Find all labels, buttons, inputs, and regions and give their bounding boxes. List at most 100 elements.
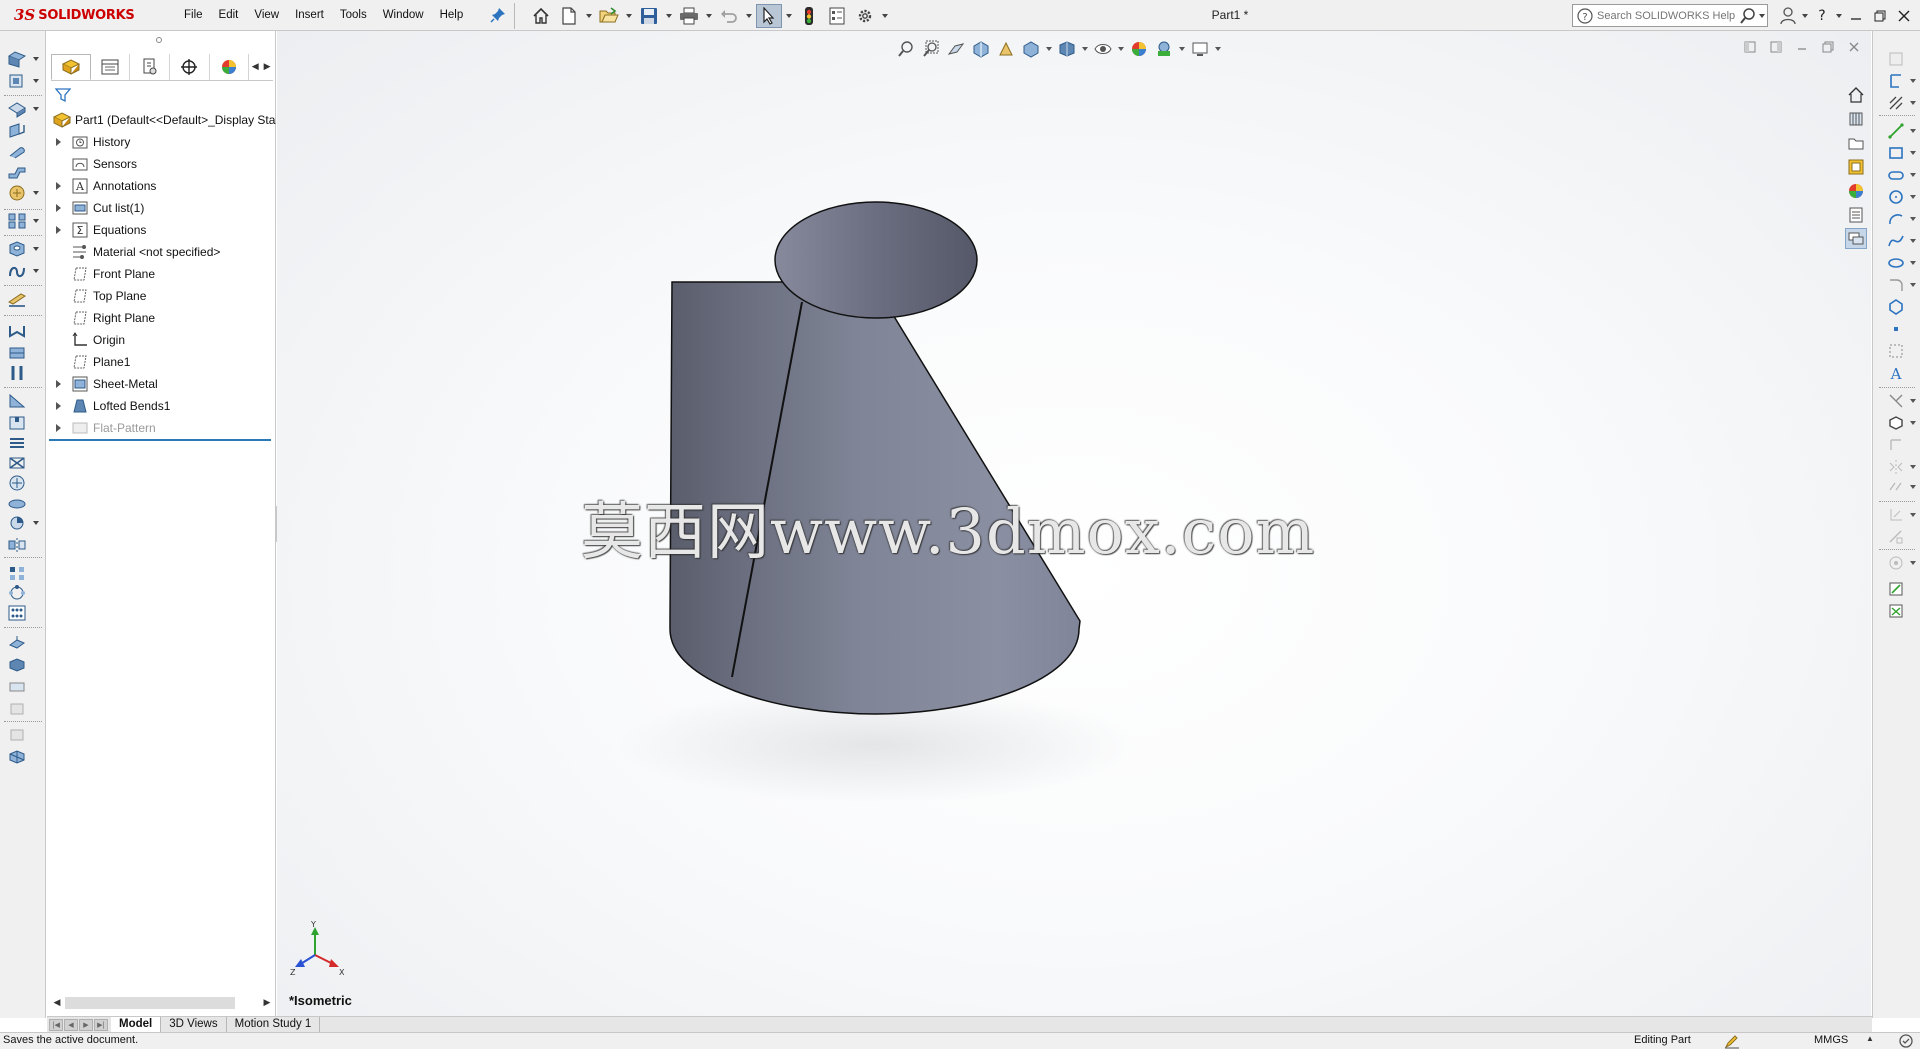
zoom-to-fit-icon[interactable] <box>895 38 917 60</box>
appearances-scenes-icon[interactable] <box>1845 180 1867 201</box>
custom-properties-icon[interactable] <box>1845 204 1867 225</box>
tab-model[interactable]: Model <box>111 1017 162 1032</box>
tree-item-cut-list-1[interactable]: Cut list(1) <box>49 197 273 219</box>
tab-propertymanager[interactable] <box>91 53 131 80</box>
tab-and-slot-icon[interactable] <box>6 413 28 433</box>
insert-bends-icon[interactable] <box>6 343 28 363</box>
base-flange-caret[interactable] <box>32 49 40 69</box>
rebuild-icon[interactable] <box>796 4 822 28</box>
text-icon[interactable]: A <box>1885 363 1907 383</box>
feature-tree-scrollbar[interactable]: ◀ ▶ <box>51 995 273 1011</box>
unfold-icon[interactable] <box>6 261 28 281</box>
minimize-icon[interactable] <box>1844 4 1868 28</box>
menu-help[interactable]: Help <box>432 0 472 31</box>
circular-pattern-icon[interactable] <box>6 583 28 603</box>
view-settings-icon[interactable] <box>1189 38 1211 60</box>
sketched-bend-caret[interactable] <box>32 183 40 203</box>
edge-flange-caret[interactable] <box>32 99 40 119</box>
expand-arrow-icon[interactable] <box>55 424 63 432</box>
menu-view[interactable]: View <box>246 0 287 31</box>
expand-arrow-icon[interactable] <box>55 204 63 212</box>
linear-pattern-icon[interactable] <box>6 563 28 583</box>
repair-caret[interactable] <box>1909 553 1917 573</box>
corner-relief-icon[interactable] <box>6 513 28 533</box>
unfold-caret[interactable] <box>32 261 40 281</box>
expand-arrow-icon[interactable] <box>55 380 63 388</box>
tab-displaymanager[interactable] <box>210 53 250 80</box>
slot-caret[interactable] <box>1909 165 1917 185</box>
apply-scene-icon[interactable] <box>1153 38 1175 60</box>
normal-cut-icon[interactable] <box>6 677 28 697</box>
solidworks-resources-icon[interactable] <box>1845 84 1867 105</box>
save-dropdown-caret[interactable] <box>664 4 674 28</box>
dimension-tools-caret[interactable] <box>1909 93 1917 113</box>
convert-to-sheet-metal-icon[interactable] <box>6 71 28 91</box>
ellipse-caret[interactable] <box>1909 253 1917 273</box>
rip-icon[interactable] <box>6 363 28 383</box>
tabs-scroll-left-icon[interactable]: ◀ <box>249 54 261 80</box>
pattern-caret[interactable] <box>1909 477 1917 497</box>
rapid-sketch-icon[interactable] <box>1885 601 1907 621</box>
forum-icon[interactable] <box>1845 228 1867 249</box>
customize-status-icon[interactable] <box>1898 1033 1914 1049</box>
search-dropdown-caret[interactable] <box>1757 4 1767 28</box>
tree-item-equations[interactable]: Σ Equations <box>49 219 273 241</box>
zoom-to-area-icon[interactable] <box>920 38 942 60</box>
file-explorer-icon[interactable] <box>1845 132 1867 153</box>
corners-icon[interactable] <box>6 211 28 231</box>
prev-tab-icon[interactable]: ◀ <box>64 1018 78 1031</box>
thicken-icon[interactable] <box>6 633 28 653</box>
tree-item-front-plane[interactable]: Front Plane <box>49 263 273 285</box>
tree-item-right-plane[interactable]: Right Plane <box>49 307 273 329</box>
centerline-icon[interactable] <box>1885 341 1907 361</box>
select-dropdown-caret[interactable] <box>784 4 794 28</box>
user-account-icon[interactable] <box>1776 4 1800 28</box>
slot-icon[interactable] <box>1885 165 1907 185</box>
spline-icon[interactable] <box>1885 231 1907 251</box>
ellipse-icon[interactable] <box>1885 253 1907 273</box>
tree-item-origin[interactable]: Origin <box>49 329 273 351</box>
tab-featuremanager[interactable] <box>51 53 91 80</box>
move-caret[interactable] <box>1909 505 1917 525</box>
convert-caret[interactable] <box>32 71 40 91</box>
mirror-icon[interactable] <box>6 535 28 555</box>
expand-arrow-icon[interactable] <box>55 182 63 190</box>
options-icon[interactable] <box>852 4 878 28</box>
undo-icon[interactable] <box>716 4 742 28</box>
extruded-cut-icon[interactable] <box>6 239 28 259</box>
new-dropdown-caret[interactable] <box>584 4 594 28</box>
expand-arrow-icon[interactable] <box>55 226 63 234</box>
vent-icon[interactable] <box>6 473 28 493</box>
scroll-left-icon[interactable]: ◀ <box>51 998 63 1008</box>
open-dropdown-caret[interactable] <box>624 4 634 28</box>
smart-dimension-caret[interactable] <box>1909 71 1917 91</box>
restore-icon[interactable] <box>1868 4 1892 28</box>
spline-caret[interactable] <box>1909 231 1917 251</box>
fill-pattern-icon[interactable] <box>6 603 28 623</box>
solidworks-logo[interactable]: 3S SOLIDWORKS <box>14 4 154 26</box>
no-bends-icon[interactable] <box>6 321 28 341</box>
extruded-cut-caret[interactable] <box>32 239 40 259</box>
convert-entities-icon[interactable] <box>1885 413 1907 433</box>
fillet-caret[interactable] <box>1909 275 1917 295</box>
tab-3d-views[interactable]: 3D Views <box>161 1017 227 1032</box>
convert-caret[interactable] <box>1909 413 1917 433</box>
tree-item-history[interactable]: History <box>49 131 273 153</box>
tree-item-sensors[interactable]: Sensors <box>49 153 273 175</box>
last-tab-icon[interactable]: ▶| <box>94 1018 108 1031</box>
miter-flange-icon[interactable] <box>6 121 28 141</box>
extract-drawings-icon[interactable] <box>6 747 28 767</box>
rectangle-icon[interactable] <box>1885 143 1907 163</box>
units-selector[interactable]: MMGS <box>1814 1034 1848 1046</box>
edit-appearance-icon[interactable] <box>1128 38 1150 60</box>
lofted-bends-tool-icon[interactable] <box>6 433 28 453</box>
viewport-minimize-icon[interactable] <box>1792 37 1812 57</box>
trim-entities-icon[interactable] <box>1885 391 1907 411</box>
viewport-restore-icon[interactable] <box>1818 37 1838 57</box>
view-settings-caret[interactable] <box>1214 38 1222 60</box>
help-dropdown-caret[interactable] <box>1834 4 1844 28</box>
first-tab-icon[interactable]: |◀ <box>49 1018 63 1031</box>
search-icon[interactable] <box>1739 7 1757 25</box>
save-icon[interactable] <box>636 4 662 28</box>
arc-icon[interactable] <box>1885 209 1907 229</box>
